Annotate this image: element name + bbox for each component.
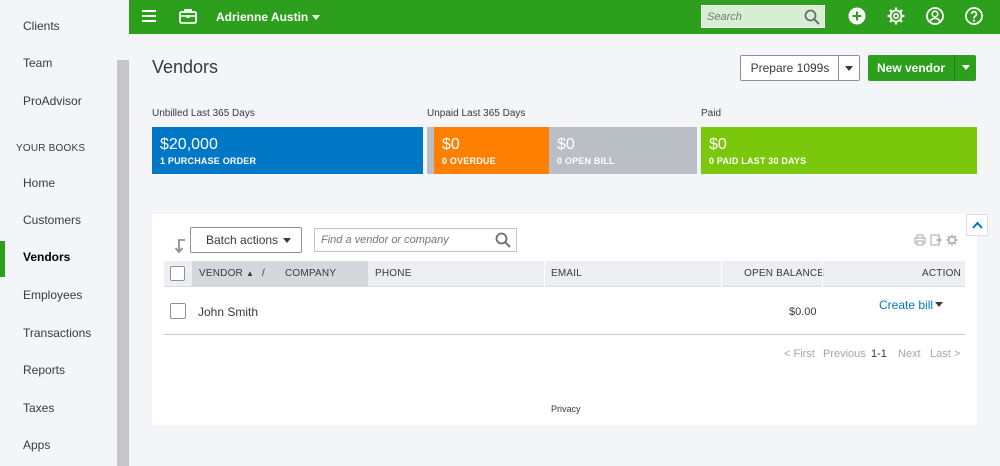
table-row: John Smith $0.00 (164, 288, 965, 335)
column-phone[interactable]: PHONE (375, 261, 412, 287)
privacy-link[interactable]: Privacy (551, 404, 581, 414)
batch-actions-button[interactable]: Batch actions (190, 227, 302, 253)
nav-section-heading: YOUR BOOKS (16, 143, 86, 154)
vendor-name[interactable]: John Smith (198, 305, 258, 319)
create-bill-link[interactable]: Create bill (879, 298, 933, 312)
global-search[interactable] (701, 5, 825, 28)
briefcase-icon[interactable] (179, 8, 197, 24)
plus-icon[interactable] (848, 7, 866, 25)
user-icon[interactable] (926, 7, 944, 25)
paid-label: Paid (701, 108, 722, 119)
help-icon[interactable] (965, 7, 983, 25)
column-separator: / (262, 268, 265, 279)
nav-item-taxes[interactable]: Taxes (0, 391, 117, 425)
row-action-dropdown[interactable] (935, 302, 943, 307)
purchase-order-segment[interactable]: $20,000 1 PURCHASE ORDER (152, 127, 423, 174)
top-bar: Adrienne Austin (129, 0, 1000, 34)
left-nav: Clients Team ProAdvisor YOUR BOOKS Home … (0, 0, 129, 466)
search-icon[interactable] (495, 232, 511, 248)
paid-segment[interactable]: $0 0 PAID LAST 30 DAYS (701, 127, 977, 174)
print-icon[interactable] (914, 234, 926, 246)
nav-item-vendors[interactable]: Vendors (0, 240, 117, 277)
pagination-previous[interactable]: Previous (823, 348, 866, 360)
page-title: Vendors (152, 57, 219, 77)
select-all-checkbox[interactable] (170, 266, 185, 281)
segment-amount: $0 (709, 136, 727, 153)
vendor-search[interactable] (314, 228, 517, 252)
overdue-segment[interactable]: $0 0 OVERDUE (434, 127, 549, 174)
column-divider (721, 261, 722, 287)
open-balance-value: $0.00 (789, 306, 817, 318)
vendor-search-input[interactable] (315, 229, 490, 251)
row-checkbox[interactable] (170, 303, 186, 319)
nav-item-employees[interactable]: Employees (0, 278, 117, 312)
table-header: VENDOR ▲ / COMPANY PHONE EMAIL OPEN BALA… (164, 261, 965, 287)
arrow-down-left-icon[interactable] (173, 238, 187, 254)
sidebar-scroll-track (117, 0, 129, 60)
unbilled-label: Unbilled Last 365 Days (152, 108, 255, 119)
prepare-1099s-button[interactable]: Prepare 1099s (740, 55, 840, 81)
collapse-money-bar-button[interactable] (966, 214, 988, 236)
sort-ascending-icon: ▲ (245, 269, 255, 278)
column-vendor[interactable]: VENDOR ▲ (199, 261, 254, 287)
nav-item-clients[interactable]: Clients (0, 9, 117, 43)
pagination-next[interactable]: Next (898, 348, 921, 360)
nav-item-reports[interactable]: Reports (0, 353, 117, 387)
segment-caption: 0 OPEN BILL (557, 156, 615, 166)
global-search-input[interactable] (702, 6, 797, 27)
chevron-down-icon (312, 15, 321, 21)
new-vendor-button[interactable]: New vendor (868, 55, 954, 81)
chevron-down-icon (283, 238, 291, 243)
company-name: Adrienne Austin (216, 10, 309, 24)
segment-amount: $0 (442, 136, 460, 153)
search-icon[interactable] (804, 9, 820, 25)
pagination-first[interactable]: < First (784, 348, 815, 360)
column-action: ACTION (922, 268, 961, 279)
sidebar-scrollbar[interactable] (117, 60, 129, 466)
unpaid-label: Unpaid Last 365 Days (427, 108, 526, 119)
nav-item-home[interactable]: Home (0, 166, 117, 200)
open-bill-segment[interactable]: $0 0 OPEN BILL (549, 127, 697, 174)
batch-actions-label: Batch actions (206, 233, 279, 247)
nav-item-apps[interactable]: Apps (0, 428, 117, 462)
pagination-range: 1-1 (871, 348, 887, 360)
gear-icon[interactable] (887, 7, 905, 25)
company-switcher[interactable]: Adrienne Austin (216, 10, 321, 24)
segment-caption: 0 OVERDUE (442, 156, 496, 166)
column-open-balance[interactable]: OPEN BALANCE (744, 261, 824, 287)
column-divider (822, 261, 823, 287)
column-email[interactable]: EMAIL (551, 261, 582, 287)
new-vendor-dropdown[interactable] (954, 55, 976, 81)
prepare-1099s-dropdown[interactable] (838, 55, 860, 81)
unpaid-gap-segment (427, 127, 434, 174)
segment-caption: 0 PAID LAST 30 DAYS (709, 156, 807, 166)
nav-item-transactions[interactable]: Transactions (0, 316, 117, 350)
export-icon[interactable] (930, 234, 942, 246)
column-vendor-label: VENDOR (199, 268, 243, 279)
menu-icon[interactable] (142, 10, 156, 22)
table-tools (914, 234, 958, 246)
segment-amount: $0 (557, 136, 575, 153)
column-divider (544, 261, 545, 287)
nav-item-proadvisor[interactable]: ProAdvisor (0, 84, 117, 118)
segment-caption: 1 PURCHASE ORDER (160, 156, 257, 166)
nav-item-team[interactable]: Team (0, 46, 117, 80)
nav-item-customers[interactable]: Customers (0, 203, 117, 237)
settings-gear-icon[interactable] (946, 234, 958, 246)
chevron-up-icon (972, 221, 983, 229)
pagination-last[interactable]: Last > (930, 348, 960, 360)
segment-amount: $20,000 (160, 136, 218, 153)
column-company[interactable]: COMPANY (285, 261, 336, 287)
